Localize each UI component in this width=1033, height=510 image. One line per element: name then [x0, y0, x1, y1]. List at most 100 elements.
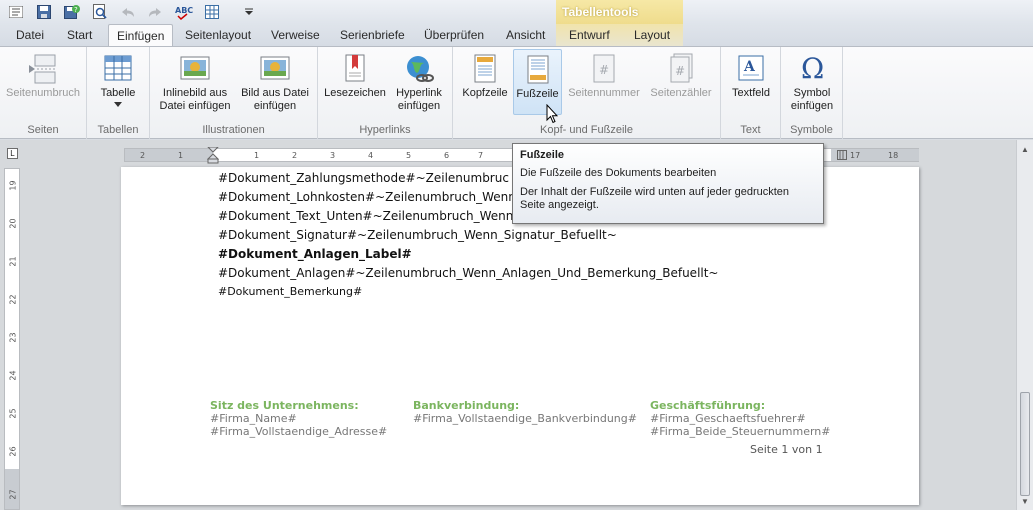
- seitennummer-button[interactable]: # Seitennummer: [566, 49, 642, 115]
- footer-value: #Firma_Beide_Steuernummern#: [650, 425, 831, 438]
- tab-layout[interactable]: Layout: [634, 28, 670, 42]
- hyperlink-button[interactable]: Hyperlink einfügen: [390, 49, 448, 115]
- group-seiten: Seitenumbruch Seiten: [0, 47, 87, 139]
- tabelle-button[interactable]: Tabelle: [97, 49, 139, 115]
- footer-heading: Sitz des Unternehmens:: [210, 399, 359, 412]
- footer-column-management[interactable]: Geschäftsführung: #Firma_Geschaeftsfuehr…: [650, 399, 831, 438]
- footer-column-bank[interactable]: Bankverbindung: #Firma_Vollstaendige_Ban…: [413, 399, 637, 425]
- group-tabellen: Tabelle Tabellen: [87, 47, 150, 139]
- ruler-tick: 19: [8, 180, 18, 191]
- redo-icon[interactable]: [146, 3, 164, 21]
- tooltip-description: Die Fußzeile des Dokuments bearbeiten: [520, 167, 717, 179]
- inline-picture-icon: [179, 53, 211, 85]
- hyperlink-label-1: Hyperlink: [396, 87, 442, 99]
- ruler-tick: 18: [888, 151, 899, 160]
- tab-entwurf[interactable]: Entwurf: [569, 28, 610, 42]
- ruler-tick: 24: [8, 370, 18, 381]
- tabelle-label: Tabelle: [100, 87, 136, 99]
- tab-verweise[interactable]: Verweise: [271, 28, 320, 42]
- customize-dropdown-icon[interactable]: [240, 3, 258, 21]
- seitenzaehler-label: Seitenzähler: [650, 87, 712, 99]
- ribbon-tab-bar: Datei Start Einfügen Seitenlayout Verwei…: [0, 24, 1033, 47]
- kopfzeile-button[interactable]: Kopfzeile: [457, 49, 513, 115]
- group-hyperlinks: Lesezeichen Hyperlink einfügen Hyperlink…: [318, 47, 453, 139]
- bookmark-icon: [339, 53, 371, 85]
- fusszeile-tooltip: Fußzeile Die Fußzeile des Dokuments bear…: [512, 143, 824, 224]
- text-box-icon: A: [735, 53, 767, 85]
- kopfzeile-label: Kopfzeile: [462, 87, 508, 99]
- tab-ueberpruefen[interactable]: Überprüfen: [424, 28, 484, 42]
- app-menu-icon[interactable]: [7, 3, 25, 21]
- document-line[interactable]: #Dokument_Anlagen_Label#: [218, 247, 412, 261]
- inlinebild-label-1: Inlinebild aus: [162, 87, 228, 99]
- group-illustrationen: Inlinebild aus Datei einfügen Bild aus D…: [150, 47, 318, 139]
- textfeld-button[interactable]: A Textfeld: [726, 49, 776, 115]
- save-as-icon[interactable]: ?: [63, 3, 81, 21]
- bild-aus-datei-button[interactable]: Bild aus Datei einfügen: [238, 49, 312, 115]
- lesezeichen-button[interactable]: Lesezeichen: [324, 49, 386, 115]
- footer-heading: Geschäftsführung:: [650, 399, 766, 412]
- group-kopf-fusszeile: Kopfzeile Fußzeile # Seitennummer # Seit…: [453, 47, 721, 139]
- vertical-ruler[interactable]: 19 20 21 22 23 24 25 26 27: [4, 168, 20, 510]
- scroll-up-icon[interactable]: ▲: [1021, 145, 1029, 154]
- document-line[interactable]: #Dokument_Zahlungsmethode#~Zeilenumbruc: [218, 171, 509, 185]
- spellcheck-icon[interactable]: ABC: [174, 3, 196, 21]
- footer-column-company[interactable]: Sitz des Unternehmens: #Firma_Name# #Fir…: [210, 399, 387, 438]
- hyperlink-globe-icon: [403, 53, 435, 85]
- ruler-tick: 22: [8, 294, 18, 305]
- ruler-tick: 2: [140, 151, 146, 160]
- document-line[interactable]: #Dokument_Bemerkung#: [218, 285, 362, 298]
- quick-access-toolbar: ? ABC Tabellentools: [0, 0, 1033, 24]
- ruler-tick: 17: [850, 151, 861, 160]
- page-number-icon: #: [588, 53, 620, 85]
- tooltip-detail: Der Inhalt der Fußzeile wird unten auf j…: [520, 186, 790, 211]
- group-label-text: Text: [740, 124, 761, 136]
- inlinebild-button[interactable]: Inlinebild aus Datei einfügen: [156, 49, 234, 115]
- table-grid-icon[interactable]: [203, 3, 221, 21]
- footer-value: #Firma_Vollstaendige_Bankverbindung#: [413, 412, 637, 425]
- seitenzaehler-button[interactable]: # Seitenzähler: [646, 49, 716, 115]
- scrollbar-thumb[interactable]: [1020, 392, 1030, 496]
- ruler-tick: 6: [444, 151, 450, 160]
- svg-text:#: #: [599, 63, 609, 77]
- indent-marker-icon[interactable]: [207, 147, 219, 164]
- seitenumbruch-button[interactable]: Seitenumbruch: [4, 49, 82, 115]
- tab-start[interactable]: Start: [67, 28, 92, 42]
- tab-serienbriefe[interactable]: Serienbriefe: [340, 28, 405, 42]
- tab-datei[interactable]: Datei: [16, 28, 44, 42]
- tab-seitenlayout[interactable]: Seitenlayout: [185, 28, 251, 42]
- symbol-label-2: einfügen: [790, 100, 834, 112]
- footer-icon: [522, 54, 554, 86]
- contextual-tab-title: Tabellentools: [556, 0, 683, 24]
- ruler-tick: 5: [406, 151, 412, 160]
- ruler-tick: 1: [254, 151, 260, 160]
- save-icon[interactable]: [35, 3, 53, 21]
- ruler-tick: 23: [8, 332, 18, 343]
- ruler-tick: 4: [368, 151, 374, 160]
- document-line[interactable]: #Dokument_Text_Unten#~Zeilenumbruch_Wenn: [218, 209, 513, 223]
- group-label-kopf-fusszeile: Kopf- und Fußzeile: [540, 124, 633, 136]
- document-line[interactable]: #Dokument_Anlagen#~Zeilenumbruch_Wenn_An…: [218, 266, 719, 280]
- bild-label-1: Bild aus Datei: [241, 87, 309, 99]
- document-line[interactable]: #Dokument_Lohnkosten#~Zeilenumbruch_Wenn: [218, 190, 516, 204]
- document-line[interactable]: #Dokument_Signatur#~Zeilenumbruch_Wenn_S…: [218, 228, 617, 242]
- svg-text:#: #: [675, 64, 685, 78]
- symbol-label-1: Symbol: [793, 87, 831, 99]
- tab-einfuegen[interactable]: Einfügen: [108, 24, 174, 47]
- textfeld-label: Textfeld: [732, 87, 770, 99]
- group-symbole: Ω Symbol einfügen Symbole: [781, 47, 843, 139]
- ruler-tick: 25: [8, 408, 18, 419]
- print-preview-icon[interactable]: [91, 3, 109, 21]
- table-column-marker-icon[interactable]: [837, 150, 847, 160]
- group-label-hyperlinks: Hyperlinks: [359, 124, 411, 136]
- tab-stop-selector[interactable]: L: [7, 148, 18, 159]
- undo-icon[interactable]: [119, 3, 137, 21]
- tab-ansicht[interactable]: Ansicht: [506, 28, 545, 42]
- ruler-margin-left: [125, 149, 213, 161]
- group-label-seiten: Seiten: [27, 124, 59, 136]
- vertical-scrollbar[interactable]: ▲ ▼: [1016, 140, 1033, 510]
- symbol-button[interactable]: Ω Symbol einfügen: [785, 49, 839, 115]
- ruler-tick: 1: [178, 151, 184, 160]
- scroll-down-icon[interactable]: ▼: [1021, 497, 1029, 506]
- lesezeichen-label: Lesezeichen: [324, 87, 386, 99]
